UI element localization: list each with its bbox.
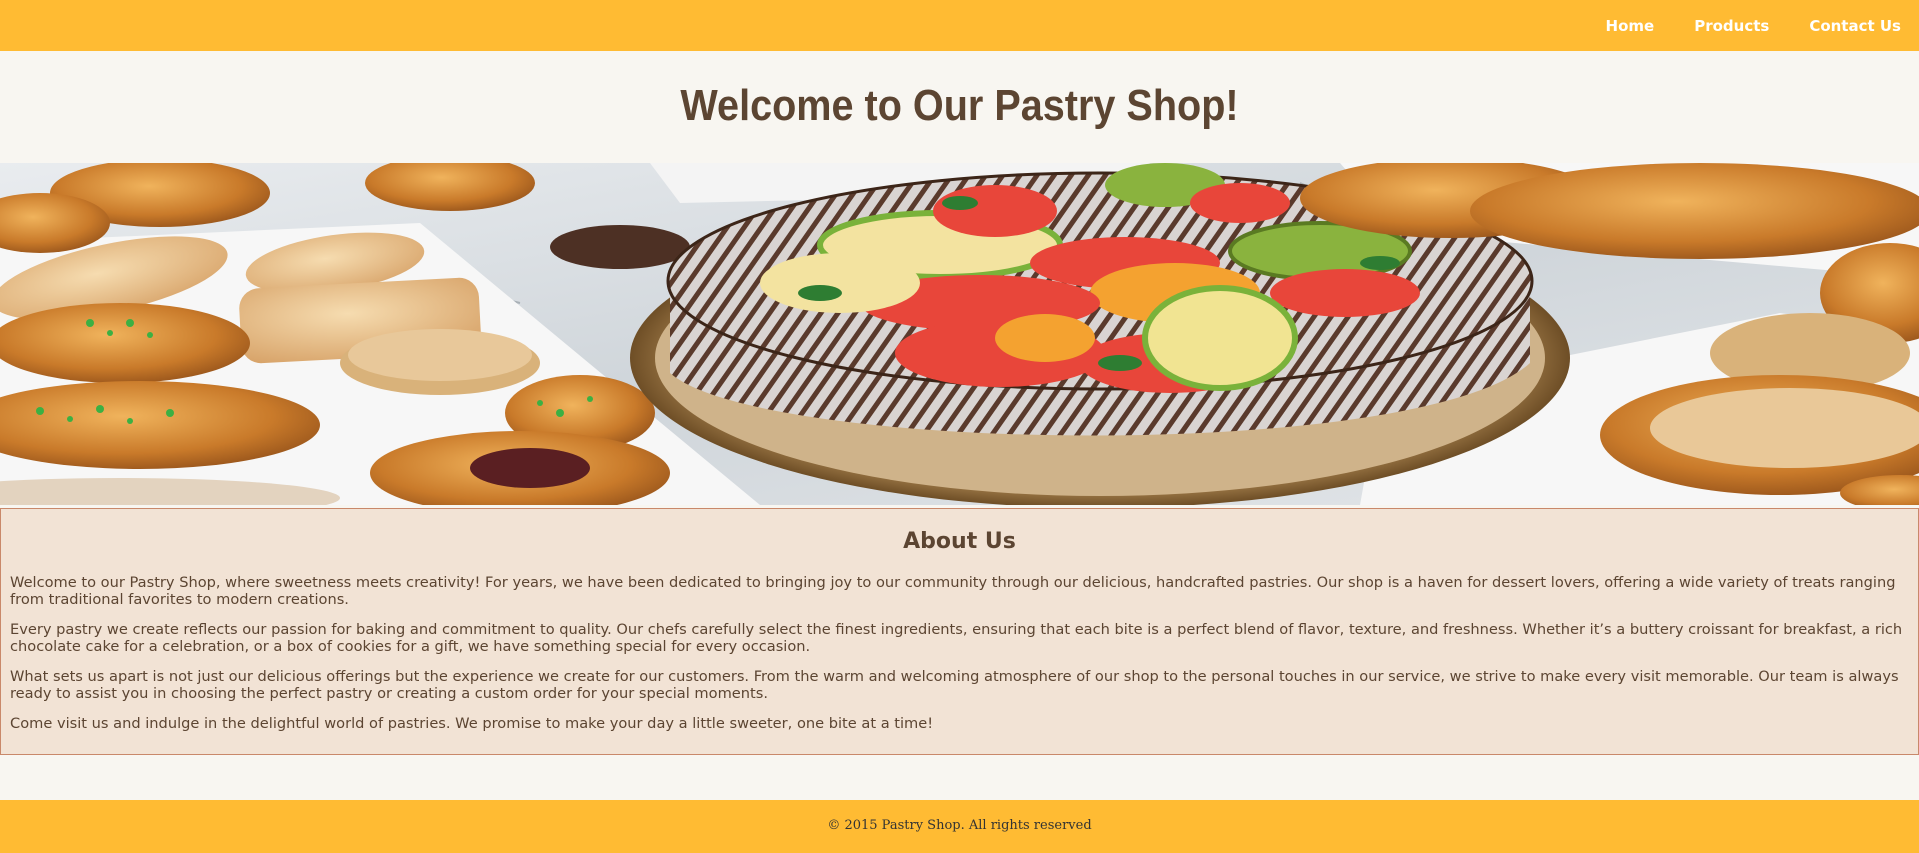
nav-link-home[interactable]: Home xyxy=(1606,17,1655,35)
hero-pastry-image xyxy=(0,163,1919,505)
nav-links: Home Products Contact Us xyxy=(1566,0,1901,51)
footer-copyright: © 2015 Pastry Shop. All rights reserved xyxy=(827,818,1092,833)
top-navbar: Home Products Contact Us xyxy=(0,0,1919,51)
about-title: About Us xyxy=(903,529,1016,554)
nav-link-products[interactable]: Products xyxy=(1694,17,1769,35)
about-paragraph: Welcome to our Pastry Shop, where sweetn… xyxy=(10,574,1896,608)
about-body: Welcome to our Pastry Shop, where sweetn… xyxy=(10,574,1906,745)
page-title: Welcome to Our Pastry Shop! xyxy=(680,81,1239,130)
page-header: Welcome to Our Pastry Shop! xyxy=(0,51,1919,163)
nav-link-contact-us[interactable]: Contact Us xyxy=(1809,17,1901,35)
page-footer: © 2015 Pastry Shop. All rights reserved xyxy=(0,800,1919,853)
hero-pastry-illustration xyxy=(0,163,1919,505)
about-paragraph: What sets us apart is not just our delic… xyxy=(10,668,1899,702)
about-section: About Us Welcome to our Pastry Shop, whe… xyxy=(0,508,1919,755)
about-paragraph: Come visit us and indulge in the delight… xyxy=(10,715,934,732)
about-paragraph: Every pastry we create reflects our pass… xyxy=(10,621,1903,655)
